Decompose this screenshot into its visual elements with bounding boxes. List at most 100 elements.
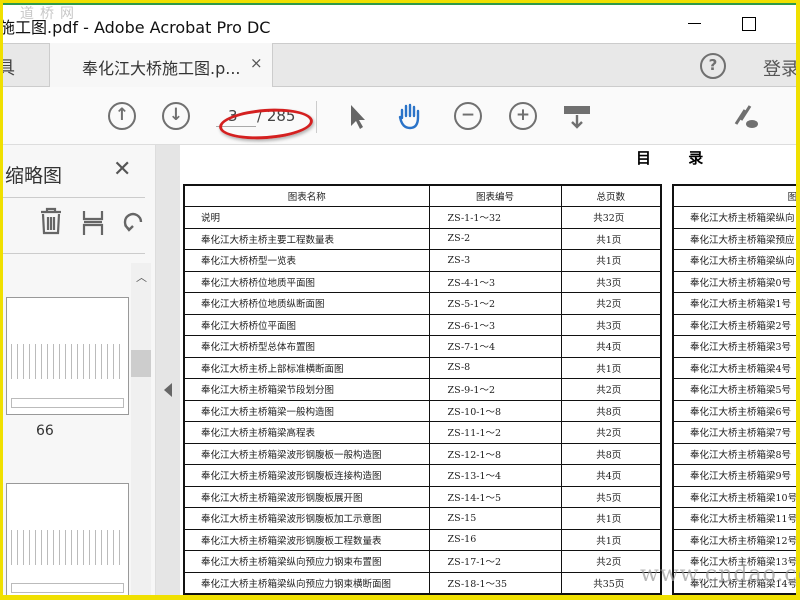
table-row: 奉化江大桥主桥箱梁7号 [672, 421, 796, 444]
table-row: 奉化江大桥主桥箱梁预应 [672, 227, 796, 250]
minimize-button[interactable] [683, 13, 707, 33]
item-name: 奉化江大桥主桥箱梁6号 [672, 399, 796, 422]
zoom-out-icon[interactable]: − [454, 102, 482, 130]
close-tab-icon[interactable]: × [250, 54, 263, 72]
page-thumbnail[interactable] [6, 483, 129, 595]
help-icon[interactable]: ? [700, 53, 726, 79]
item-name: 奉化江大桥桥型总体布置图 [183, 335, 430, 358]
title-bar: 施工图.pdf - Adobe Acrobat Pro DC [3, 5, 796, 43]
page-count: 共1页 [560, 507, 662, 530]
extract-pages-icon[interactable] [82, 209, 104, 235]
acrobat-window: 施工图.pdf - Adobe Acrobat Pro DC 具 奉化江大桥施工… [3, 3, 796, 595]
item-code: ZS-15 [428, 507, 562, 530]
next-page-icon[interactable]: ↓ [162, 102, 190, 130]
rotate-icon[interactable] [121, 209, 143, 235]
item-name: 奉化江大桥桥位地质纵断面图 [183, 292, 430, 315]
tab-document-label: 奉化江大桥施工图.p... [82, 59, 241, 78]
column-header: 图表名称 [183, 184, 430, 207]
table-row: 奉化江大桥主桥箱梁波形钢腹板展开图 ZS-14-1～5 共5页 [183, 485, 662, 508]
tab-document[interactable]: 奉化江大桥施工图.p... × [49, 43, 273, 87]
item-name: 奉化江大桥主桥箱梁5号 [672, 378, 796, 401]
item-code: ZS-2 [428, 227, 562, 250]
scroll-up-icon[interactable]: ︿ [136, 269, 147, 285]
item-code: ZS-18-1～35 [428, 571, 562, 594]
item-code: ZS-3 [428, 249, 562, 272]
table-row: 奉化江大桥主桥箱梁12号 [672, 528, 796, 551]
item-code: ZS-17-1～2 [428, 550, 562, 573]
table-row: 奉化江大桥主桥主要工程数量表 ZS-2 共1页 [183, 227, 662, 250]
item-name: 奉化江大桥主桥箱梁波形钢腹板工程数量表 [183, 528, 430, 551]
item-code: ZS-6-1～3 [428, 313, 562, 336]
panel-collapse-strip[interactable] [155, 145, 180, 595]
share-link-icon[interactable] [731, 102, 759, 130]
table-row: 奉化江大桥主桥箱梁1号 [672, 292, 796, 315]
collapse-arrow-icon[interactable] [164, 383, 172, 397]
table-row: 奉化江大桥主桥箱梁节段划分图 ZS-9-1～2 共2页 [183, 378, 662, 401]
panel-title: 缩略图 [5, 165, 63, 187]
table-row: 奉化江大桥主桥箱梁纵向预应力钢束布置图 ZS-17-1～2 共2页 [183, 550, 662, 573]
maximize-button[interactable] [738, 13, 762, 33]
page-thumbnail[interactable] [6, 297, 129, 415]
hand-tool-icon[interactable] [396, 102, 424, 130]
page-count: 共2页 [560, 292, 662, 315]
table-row: 奉化江大桥主桥上部标准横断面图 ZS-8 共1页 [183, 356, 662, 379]
item-code: ZS-7-1～4 [428, 335, 562, 358]
item-code: ZS-11-1～2 [428, 421, 562, 444]
item-name: 奉化江大桥主桥箱梁3号 [672, 335, 796, 358]
item-name: 奉化江大桥主桥上部标准横断面图 [183, 356, 430, 379]
tab-bar: 具 奉化江大桥施工图.p... × ? 登录 [3, 43, 796, 87]
item-name: 奉化江大桥主桥箱梁波形钢腹板展开图 [183, 485, 430, 508]
select-arrow-icon[interactable] [343, 102, 371, 130]
previous-page-icon[interactable]: ↑ [108, 102, 136, 130]
item-name: 奉化江大桥主桥箱梁12号 [672, 528, 796, 551]
item-name: 奉化江大桥主桥箱梁节段划分图 [183, 378, 430, 401]
item-name: 奉化江大桥主桥箱梁纵向预应力钢束布置图 [183, 550, 430, 573]
toolbar: ↑ ↓ 3 / 285 − + [3, 87, 796, 145]
item-name: 奉化江大桥主桥箱梁8号 [672, 442, 796, 465]
table-row: 奉化江大桥桥位平面图 ZS-6-1～3 共3页 [183, 313, 662, 336]
item-name: 奉化江大桥主桥箱梁4号 [672, 356, 796, 379]
item-name: 奉化江大桥主桥箱梁1号 [672, 292, 796, 315]
item-code: ZS-12-1～8 [428, 442, 562, 465]
contents-table: 图表名称 图表编号 总页数 说明 ZS-1-1～32 共32页 奉化江大桥主桥主要工程… [183, 184, 662, 595]
thumbnail-scrollbar[interactable]: ︿ [131, 263, 151, 595]
item-name: 奉化江大桥主桥箱梁2号 [672, 313, 796, 336]
item-name: 奉化江大桥主桥箱梁7号 [672, 421, 796, 444]
table-row: 奉化江大桥主桥箱梁波形钢腹板工程数量表 ZS-16 共1页 [183, 528, 662, 551]
login-button[interactable]: 登录 [763, 55, 796, 81]
page-count: 共3页 [560, 313, 662, 336]
delete-icon[interactable] [39, 207, 63, 235]
page-count: 共3页 [560, 270, 662, 293]
thumbnail-page-number: 66 [36, 423, 54, 439]
table-row: 奉化江大桥主桥箱梁4号 [672, 356, 796, 379]
item-code: ZS-16 [428, 528, 562, 551]
page-display-icon[interactable] [563, 102, 591, 130]
table-header-row: 图表名称 图表编号 总页数 [183, 184, 662, 207]
page-count: 共2页 [560, 378, 662, 401]
item-name: 奉化江大桥主桥箱梁11号 [672, 507, 796, 530]
thumbnail-panel: 缩略图 ✕ 66 ︿ [3, 145, 155, 595]
page-count: 共8页 [560, 442, 662, 465]
item-name: 说明 [183, 206, 430, 229]
page-count: 共1页 [560, 356, 662, 379]
item-name: 奉化江大桥主桥箱梁高程表 [183, 421, 430, 444]
scrollbar-thumb[interactable] [131, 350, 151, 377]
page-count: 共1页 [560, 528, 662, 551]
table-row: 奉化江大桥主桥箱梁6号 [672, 399, 796, 422]
zoom-in-icon[interactable]: + [509, 102, 537, 130]
close-panel-icon[interactable]: ✕ [113, 157, 131, 182]
page-count: 共5页 [560, 485, 662, 508]
table-row: 奉化江大桥主桥箱梁高程表 ZS-11-1～2 共2页 [183, 421, 662, 444]
page-count: 共1页 [560, 227, 662, 250]
page-count: 共1页 [560, 249, 662, 272]
table-row: 奉化江大桥主桥箱梁波形钢腹板连接构造图 ZS-13-1～4 共4页 [183, 464, 662, 487]
item-name: 奉化江大桥主桥箱梁纵向 [672, 249, 796, 272]
toolbar-divider [316, 101, 317, 133]
column-header: 总页数 [560, 184, 662, 207]
item-name: 奉化江大桥主桥箱梁纵向 [672, 206, 796, 229]
item-name: 奉化江大桥主桥箱梁波形钢腹板加工示意图 [183, 507, 430, 530]
tab-tools[interactable]: 具 [3, 54, 15, 80]
table-row: 奉化江大桥主桥箱梁11号 [672, 507, 796, 530]
table-row: 奉化江大桥主桥箱梁纵向 [672, 206, 796, 229]
item-name: 奉化江大桥主桥箱梁波形钢腹板连接构造图 [183, 464, 430, 487]
